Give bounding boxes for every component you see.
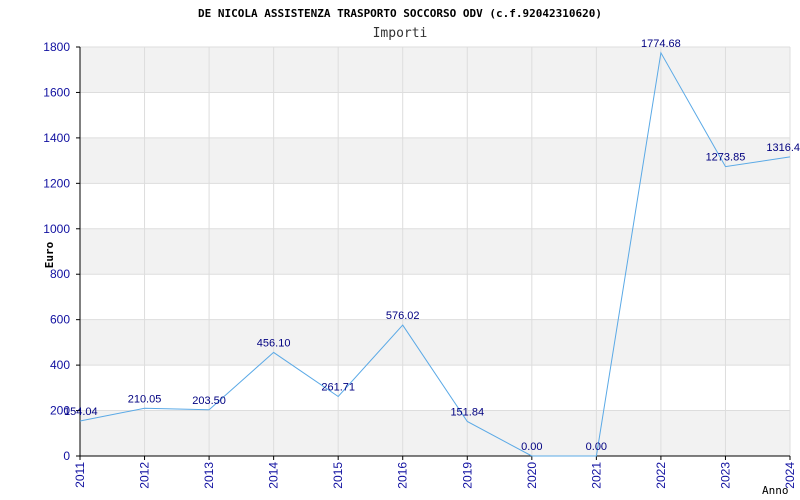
- line-chart: DE NICOLA ASSISTENZA TRASPORTO SOCCORSO …: [43, 7, 800, 497]
- y-tick-label: 800: [50, 267, 70, 281]
- y-tick-label: 1800: [43, 40, 70, 54]
- data-label: 0.00: [586, 441, 607, 453]
- y-tick-label: 600: [50, 313, 70, 327]
- grid-band-1200: [80, 137, 790, 184]
- data-label: 576.02: [386, 310, 420, 322]
- grid-bands: [80, 47, 790, 456]
- y-tick-label: 1400: [43, 131, 70, 145]
- data-label: 261.71: [321, 382, 355, 394]
- x-tick-label: 2011: [73, 462, 87, 488]
- x-tick-label: 2014: [267, 462, 281, 489]
- y-tick-label: 400: [50, 358, 70, 372]
- y-axis-label: Euro: [43, 241, 56, 268]
- x-tick-label: 2012: [138, 462, 152, 489]
- x-tick-labels: 2011 2012 2013 2014 2015 2016 2019 2020 2021 2022…: [73, 462, 797, 489]
- y-tick-label: 0: [63, 449, 70, 463]
- x-axis-label: Anno: [762, 484, 789, 497]
- data-label: 151.84: [450, 406, 484, 418]
- grid-band-0: [80, 410, 790, 456]
- chart-title: DE NICOLA ASSISTENZA TRASPORTO SOCCORSO …: [198, 7, 602, 20]
- x-tick-label: 2015: [331, 462, 345, 489]
- data-label: 1316.4: [766, 142, 800, 154]
- grid-band-800: [80, 228, 790, 275]
- data-label: 1273.85: [706, 152, 746, 164]
- x-tick-label: 2013: [202, 462, 216, 489]
- grid-band-1600: [80, 47, 790, 93]
- x-tick-label: 2021: [589, 462, 603, 489]
- data-label: 203.50: [192, 395, 226, 407]
- x-tick-label: 2020: [525, 462, 539, 489]
- data-label: 456.10: [257, 337, 291, 349]
- chart-subtitle: Importi: [373, 26, 428, 41]
- data-label: 0.00: [521, 441, 542, 453]
- y-tick-label: 1600: [43, 85, 70, 99]
- y-tick-label: 1000: [43, 222, 70, 236]
- data-label: 210.05: [128, 393, 162, 405]
- x-tick-label: 2023: [718, 462, 732, 489]
- x-tick-label: 2016: [396, 462, 410, 489]
- x-tick-label: 2019: [460, 462, 474, 489]
- y-tick-label: 1200: [43, 176, 70, 190]
- grid-band-400: [80, 319, 790, 366]
- x-tick-label: 2022: [654, 462, 668, 489]
- data-label: 1774.68: [641, 38, 681, 50]
- data-label: 154.04: [64, 406, 98, 418]
